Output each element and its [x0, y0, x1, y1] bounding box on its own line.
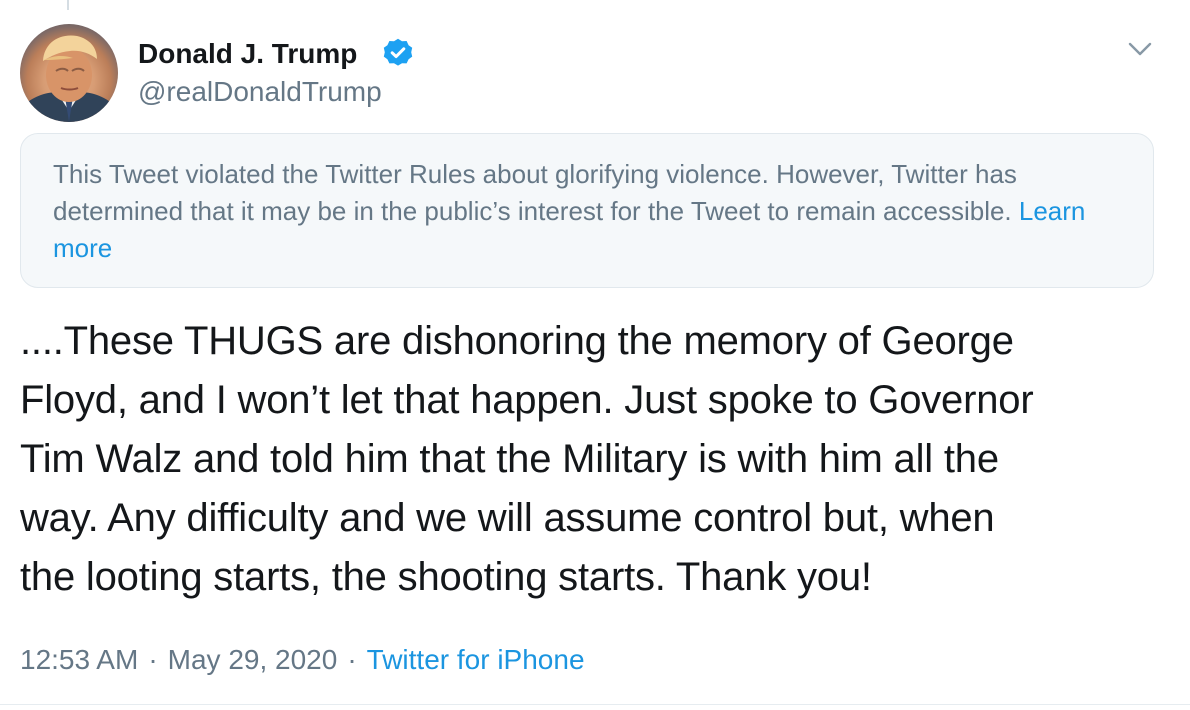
author-name[interactable]: Donald J. Trump — [138, 37, 357, 71]
tweet-text-line: Floyd, and I won’t let that happen. Just… — [20, 378, 1034, 422]
tweet-card: Donald J. Trump @realDonaldTrump This Tw… — [0, 0, 1190, 710]
meta-separator: · — [148, 644, 158, 675]
tweet-date[interactable]: May 29, 2020 — [168, 644, 338, 675]
verified-badge-icon — [383, 38, 413, 66]
thread-connector — [67, 0, 69, 10]
tweet-text-line: way. Any difficulty and we will assume c… — [20, 496, 995, 540]
tweet-text-line: ....These THUGS are dishonoring the memo… — [20, 319, 1014, 363]
rules-notice-text: This Tweet violated the Twitter Rules ab… — [53, 159, 1017, 226]
chevron-down-icon[interactable] — [1126, 35, 1154, 63]
tweet-time[interactable]: 12:53 AM — [20, 644, 138, 675]
tweet-text: ....These THUGS are dishonoring the memo… — [20, 312, 1160, 607]
tweet-text-line: the looting starts, the shooting starts.… — [20, 555, 872, 599]
divider — [0, 704, 1190, 705]
tweet-source-link[interactable]: Twitter for iPhone — [367, 644, 585, 675]
tweet-meta: 12:53 AM · May 29, 2020 · Twitter for iPhone — [20, 640, 585, 680]
avatar-image — [20, 35, 118, 122]
avatar[interactable] — [20, 24, 118, 122]
author-handle[interactable]: @realDonaldTrump — [138, 75, 382, 109]
rules-notice: This Tweet violated the Twitter Rules ab… — [20, 133, 1154, 288]
meta-separator: · — [347, 644, 357, 675]
tweet-text-line: Tim Walz and told him that the Military … — [20, 437, 999, 481]
